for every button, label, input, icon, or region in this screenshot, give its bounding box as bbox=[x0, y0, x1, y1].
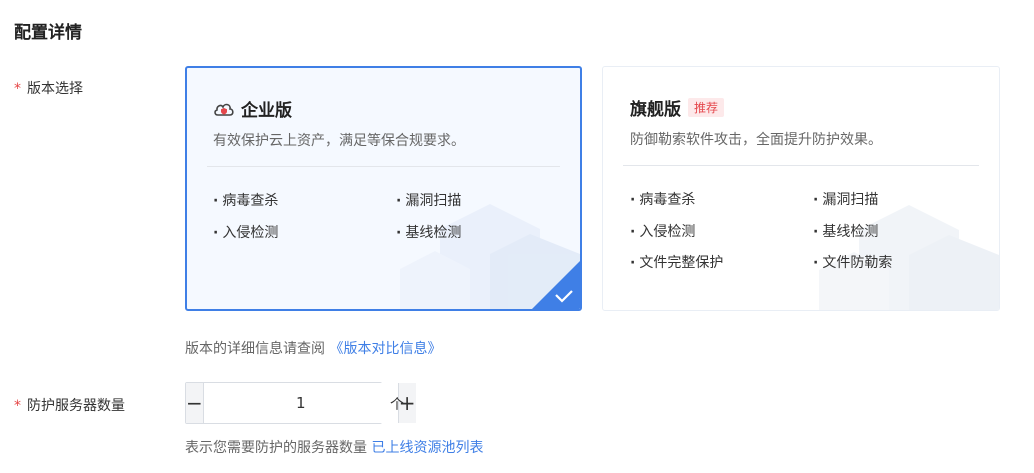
server-count-input[interactable] bbox=[203, 383, 398, 423]
flagship-card-description: 防御勒索软件攻击，全面提升防护效果。 bbox=[630, 132, 882, 148]
feature-item: 入侵检测 bbox=[630, 221, 695, 241]
card-divider bbox=[207, 166, 560, 167]
feature-item: 病毒查杀 bbox=[213, 190, 278, 210]
enterprise-card-description: 有效保护云上资产，满足等保合规要求。 bbox=[213, 133, 465, 149]
card-divider bbox=[623, 165, 979, 166]
enterprise-title-text: 企业版 bbox=[241, 101, 292, 121]
version-hint: 版本的详细信息请查阅 《版本对比信息》 bbox=[185, 338, 441, 358]
decrement-button[interactable]: − bbox=[186, 383, 204, 423]
selected-check-icon bbox=[532, 261, 580, 309]
flagship-title-text: 旗舰版 bbox=[630, 100, 681, 120]
section-title: 配置详情 bbox=[14, 23, 82, 43]
required-mark: * bbox=[14, 81, 21, 97]
feature-item: 文件防勒索 bbox=[813, 252, 892, 272]
feature-item: 基线检测 bbox=[396, 222, 461, 242]
recommend-badge: 推荐 bbox=[688, 98, 725, 117]
feature-item: 漏洞扫描 bbox=[396, 190, 461, 210]
version-compare-link[interactable]: 《版本对比信息》 bbox=[329, 341, 441, 357]
enterprise-version-card[interactable]: 企业版 有效保护云上资产，满足等保合规要求。 病毒查杀 漏洞扫描 入侵检测 基线… bbox=[185, 66, 582, 311]
required-mark: * bbox=[14, 398, 21, 414]
server-count-stepper[interactable]: − + bbox=[185, 382, 416, 424]
server-count-hint-text: 表示您需要防护的服务器数量 bbox=[185, 440, 367, 456]
cloud-shield-icon bbox=[214, 103, 234, 116]
version-label: * 版本选择 bbox=[14, 78, 83, 98]
flagship-card-title: 旗舰版 推荐 bbox=[630, 95, 725, 120]
flagship-version-card[interactable]: 旗舰版 推荐 防御勒索软件攻击，全面提升防护效果。 病毒查杀 漏洞扫描 入侵检测… bbox=[602, 66, 1000, 311]
enterprise-card-title: 企业版 bbox=[213, 96, 292, 121]
feature-item: 入侵检测 bbox=[213, 222, 278, 242]
feature-item: 文件完整保护 bbox=[630, 252, 723, 272]
server-count-label-text: 防护服务器数量 bbox=[27, 398, 125, 414]
server-count-hint: 表示您需要防护的服务器数量 已上线资源池列表 bbox=[185, 437, 483, 457]
resource-pool-list-link[interactable]: 已上线资源池列表 bbox=[371, 440, 483, 456]
unit-label: 个 bbox=[390, 397, 404, 413]
feature-item: 漏洞扫描 bbox=[813, 189, 878, 209]
server-count-label: * 防护服务器数量 bbox=[14, 395, 125, 415]
feature-item: 病毒查杀 bbox=[630, 189, 695, 209]
feature-item: 基线检测 bbox=[813, 221, 878, 241]
version-label-text: 版本选择 bbox=[27, 81, 83, 97]
version-hint-text: 版本的详细信息请查阅 bbox=[185, 341, 325, 357]
